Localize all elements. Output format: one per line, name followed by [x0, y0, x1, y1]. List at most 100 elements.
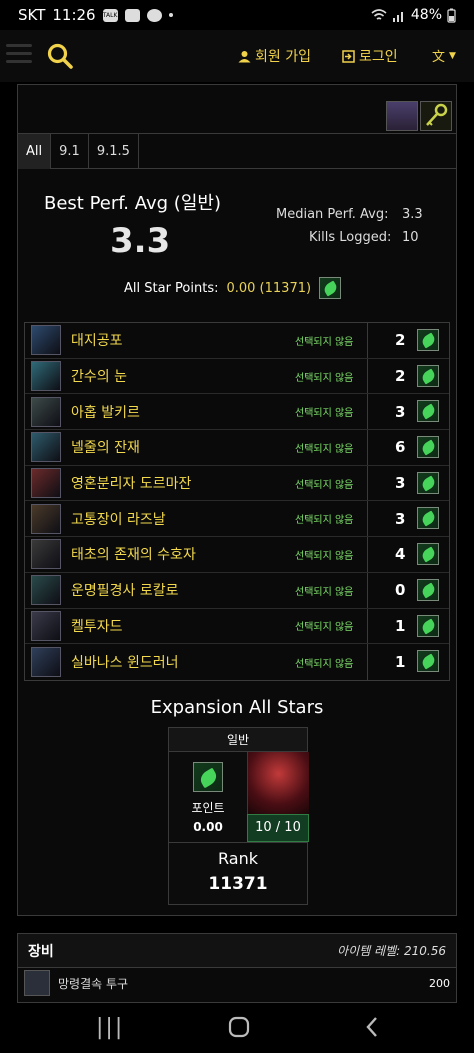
kills-logged-label: Kills Logged:	[309, 230, 392, 245]
boss-name[interactable]: 실바나스 윈드러너	[71, 652, 291, 672]
column-divider	[367, 394, 368, 430]
menu-icon[interactable]	[6, 44, 32, 66]
key-icon[interactable]	[420, 101, 452, 131]
column-divider	[367, 430, 368, 465]
boss-row[interactable]: 대지공포 선택되지 않음 2	[25, 323, 449, 359]
boss-kill-count: 0	[395, 581, 406, 600]
boss-name[interactable]: 켈투자드	[71, 616, 291, 636]
all-star-icon	[319, 277, 342, 299]
gear-section: 장비 아이템 레벨: 210.56 망령결속 투구 200	[17, 933, 457, 1003]
boss-kill-count: 1	[395, 653, 406, 672]
top-navbar: 회원 가입 로그인 文 ▼	[0, 30, 474, 82]
raid-group-icon[interactable]	[386, 101, 418, 131]
boss-row[interactable]: 고통장이 라즈날 선택되지 않음 3	[25, 501, 449, 538]
app-notification-icon	[146, 8, 162, 22]
home-icon[interactable]	[228, 1016, 250, 1038]
expansion-all-stars-card: 일반 포인트 0.00 10 / 10 Rank 11371	[168, 727, 309, 906]
user-icon	[238, 50, 251, 62]
search-icon[interactable]	[46, 42, 74, 70]
boss-status: 선택되지 않음	[295, 622, 354, 634]
character-portrait	[247, 752, 309, 814]
character-rankings-panel: All 9.1 9.1.5 Best Perf. Avg (일반) 3.3 Me…	[17, 84, 457, 916]
boss-portrait-icon	[31, 610, 61, 641]
all-star-label: All Star Points:	[124, 280, 219, 296]
boss-name[interactable]: 태초의 존재의 수호자	[71, 544, 291, 564]
boss-kill-count: 4	[395, 545, 406, 564]
boss-kill-count: 1	[395, 616, 406, 635]
boss-name[interactable]: 대지공포	[71, 330, 291, 350]
tab-9-1-5[interactable]: 9.1.5	[89, 134, 139, 169]
column-divider	[367, 644, 368, 680]
boss-status: 선택되지 않음	[295, 408, 354, 420]
tab-all[interactable]: All	[18, 134, 52, 169]
gear-header: 장비 아이템 레벨: 210.56	[18, 934, 456, 968]
boss-portrait-icon	[31, 396, 61, 427]
all-star-icon	[417, 400, 439, 423]
boss-kill-count: 3	[395, 509, 406, 528]
column-divider	[367, 358, 368, 394]
rank-block: Rank 11371	[169, 842, 307, 906]
wifi-icon	[371, 8, 387, 20]
column-divider	[367, 608, 368, 644]
clock: 11:26	[52, 6, 96, 24]
patch-tabs: All 9.1 9.1.5	[18, 133, 456, 169]
boss-status: 선택되지 않음	[295, 515, 354, 527]
signup-link[interactable]: 회원 가입	[238, 46, 311, 66]
gear-item-name: 망령결속 투구	[58, 976, 129, 991]
boss-status: 선택되지 않음	[295, 372, 354, 384]
gear-item-level: 200	[429, 976, 450, 990]
back-icon[interactable]	[364, 1016, 380, 1038]
login-link[interactable]: 로그인	[342, 46, 398, 66]
boss-row[interactable]: 켈투자드 선택되지 않음 1	[25, 608, 449, 645]
boss-portrait-icon	[31, 361, 61, 392]
tab-9-1[interactable]: 9.1	[51, 134, 89, 169]
points-block: 포인트 0.00	[169, 752, 247, 842]
column-divider	[367, 537, 368, 572]
chevron-down-icon: ▼	[449, 50, 456, 61]
all-star-icon	[417, 543, 439, 566]
boss-name[interactable]: 간수의 눈	[71, 366, 291, 386]
boss-table: 대지공포 선택되지 않음 2 간수의 눈 선택되지 않음 2 아홉 발키르 선택되지 않음 3 넬…	[24, 322, 450, 681]
best-perf-label: Best Perf. Avg (일반)	[44, 193, 221, 214]
boss-kill-count: 2	[395, 367, 406, 386]
boss-status: 선택되지 않음	[295, 479, 354, 491]
boss-row[interactable]: 아홉 발키르 선택되지 않음 3	[25, 394, 449, 431]
boss-row[interactable]: 운명필경사 로칼로 선택되지 않음 0	[25, 572, 449, 609]
translate-icon: 文	[432, 50, 446, 65]
recent-apps-icon[interactable]: |||	[96, 1015, 124, 1040]
signal-icon	[392, 11, 403, 22]
language-selector[interactable]: 文 ▼	[432, 46, 456, 65]
helmet-icon	[24, 970, 50, 996]
boss-row[interactable]: 넬줄의 잔재 선택되지 않음 6	[25, 430, 449, 466]
boss-row[interactable]: 영혼분리자 도르마잔 선택되지 않음 3	[25, 465, 449, 502]
all-star-icon	[417, 614, 439, 637]
column-divider	[367, 465, 368, 501]
boss-row[interactable]: 실바나스 윈드러너 선택되지 않음 1	[25, 644, 449, 680]
boss-status: 선택되지 않음	[295, 586, 354, 598]
rank-value: 11371	[208, 874, 268, 894]
median-perf-label: Median Perf. Avg:	[276, 207, 389, 222]
gear-item-row[interactable]: 망령결속 투구 200	[18, 968, 456, 998]
item-level: 아이템 레벨: 210.56	[337, 944, 446, 958]
system-navigation-bar: |||	[0, 1003, 474, 1053]
all-star-icon	[417, 471, 439, 494]
all-star-value: 0.00 (11371)	[226, 280, 312, 296]
all-star-icon	[417, 650, 439, 673]
column-divider	[367, 572, 368, 608]
boss-portrait-icon	[31, 503, 61, 534]
more-notifications-icon	[168, 13, 173, 17]
boss-name[interactable]: 영혼분리자 도르마잔	[71, 473, 291, 493]
boss-kill-count: 3	[395, 474, 406, 493]
boss-name[interactable]: 아홉 발키르	[71, 402, 291, 422]
boss-row[interactable]: 태초의 존재의 수호자 선택되지 않음 4	[25, 537, 449, 573]
boss-name[interactable]: 운명필경사 로칼로	[71, 580, 291, 600]
column-divider	[367, 323, 368, 358]
boss-name[interactable]: 고통장이 라즈날	[71, 509, 291, 529]
kills-logged-value: 10	[402, 230, 419, 245]
signup-label: 회원 가입	[255, 49, 311, 65]
boss-row[interactable]: 간수의 눈 선택되지 않음 2	[25, 358, 449, 395]
boss-kill-count: 3	[395, 402, 406, 421]
all-star-points: All Star Points: 0.00 (11371)	[124, 277, 342, 299]
difficulty-label: 일반	[169, 728, 307, 752]
boss-name[interactable]: 넬줄의 잔재	[71, 437, 291, 457]
